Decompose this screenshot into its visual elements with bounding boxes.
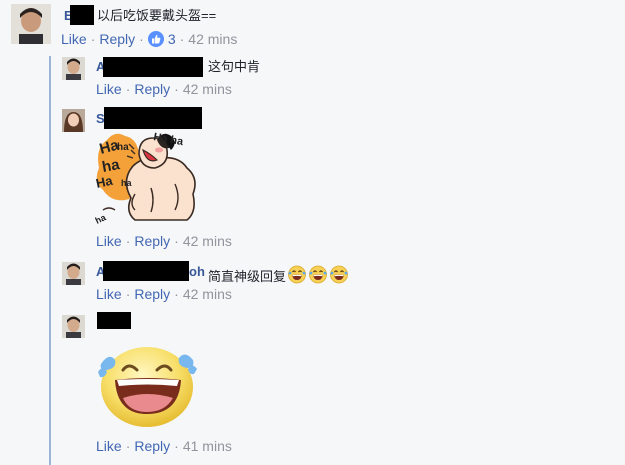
reply-thread-line: [49, 56, 51, 465]
like-link[interactable]: Like: [96, 81, 122, 97]
timestamp[interactable]: 42 mins: [183, 233, 232, 249]
comment-text-body: 简直神级回复: [208, 269, 287, 284]
like-link[interactable]: Like: [61, 31, 87, 47]
separator: ·: [125, 286, 131, 302]
avatar[interactable]: [11, 4, 51, 44]
reaction-count: 3: [167, 31, 176, 47]
separator: ·: [174, 81, 179, 97]
avatar[interactable]: [62, 262, 85, 285]
separator: ·: [90, 31, 96, 47]
separator: ·: [174, 438, 179, 454]
reaction-summary[interactable]: 3: [147, 31, 176, 47]
redacted-name: [103, 261, 189, 281]
redacted-name: [97, 312, 131, 329]
separator: ·: [139, 31, 144, 47]
comment-text: 以后吃饭要戴头盔==: [97, 8, 217, 23]
timestamp[interactable]: 42 mins: [183, 286, 232, 302]
comment-actions: Like · Reply · 42 mins: [96, 285, 232, 303]
comment-actions: Like · Reply · 3 · 42 mins: [61, 30, 237, 48]
separator: ·: [179, 31, 185, 47]
comment-actions: Like · Reply · 42 mins: [96, 80, 232, 98]
like-link[interactable]: Like: [96, 286, 122, 302]
separator: ·: [174, 286, 179, 302]
sticker-text: ha: [121, 178, 132, 188]
avatar[interactable]: [62, 57, 85, 80]
separator: ·: [125, 81, 131, 97]
laughing-sumo-sticker: Ha ha ha Ha ha ha Ha ha: [94, 128, 205, 228]
emoji-row: [286, 265, 349, 284]
like-reaction-icon: [147, 31, 164, 47]
reply-link[interactable]: Reply: [134, 438, 170, 454]
reply-link[interactable]: Reply: [134, 233, 170, 249]
laughing-face-with-tears-sticker: [95, 342, 200, 430]
sticker-text: ha: [95, 212, 108, 226]
reply-link[interactable]: Reply: [99, 31, 135, 47]
reply-link[interactable]: Reply: [134, 81, 170, 97]
avatar[interactable]: [62, 315, 85, 338]
separator: ·: [174, 233, 179, 249]
laughing-tears-emoji: [308, 264, 328, 288]
separator: ·: [125, 438, 131, 454]
comment-author-name-end[interactable]: oh: [189, 264, 205, 280]
timestamp[interactable]: 41 mins: [183, 438, 232, 454]
redacted-name: [70, 5, 94, 25]
redacted-name: [104, 107, 202, 129]
comment-actions: Like · Reply · 42 mins: [96, 232, 232, 250]
comment-actions: Like · Reply · 41 mins: [96, 437, 232, 455]
timestamp[interactable]: 42 mins: [188, 31, 237, 47]
reply-link[interactable]: Reply: [134, 286, 170, 302]
comment-text: 这句中肯: [208, 59, 261, 74]
redacted-name: [103, 57, 203, 77]
laughing-tears-emoji: [287, 264, 307, 288]
timestamp[interactable]: 42 mins: [183, 81, 232, 97]
sticker-text: ha: [101, 156, 122, 176]
like-link[interactable]: Like: [96, 233, 122, 249]
laughing-tears-emoji: [329, 264, 349, 288]
avatar[interactable]: [62, 109, 85, 132]
like-link[interactable]: Like: [96, 438, 122, 454]
separator: ·: [125, 233, 131, 249]
sticker-text: ha: [117, 142, 129, 153]
